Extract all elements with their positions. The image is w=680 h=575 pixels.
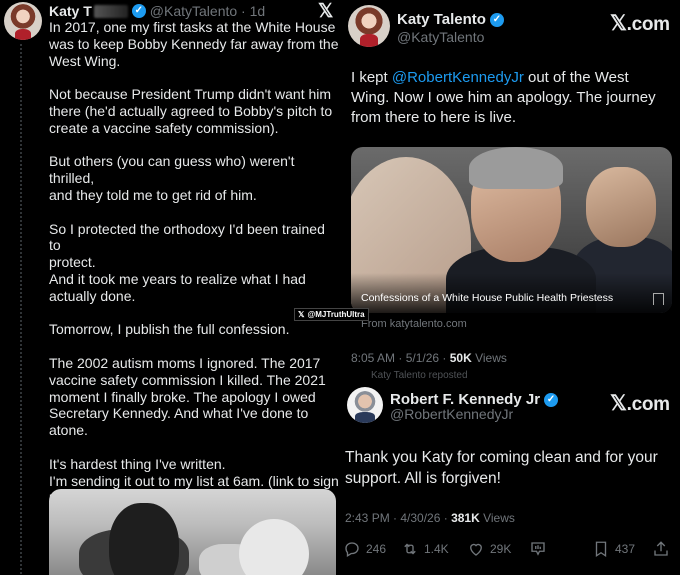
bookmark-button[interactable]: 437 — [592, 540, 635, 558]
reply-icon — [345, 542, 359, 557]
bookmark-icon — [595, 541, 607, 558]
share-button[interactable] — [652, 540, 670, 558]
link-preview-card[interactable]: Confessions of a White House Public Heal… — [351, 147, 672, 313]
views-label: Views — [471, 351, 507, 365]
avatar[interactable] — [348, 5, 390, 47]
watermark: 𝕏 @MJTruthUltra — [294, 308, 369, 321]
bookmark-icon[interactable] — [653, 293, 664, 305]
redacted-name-blur — [93, 4, 128, 18]
x-com-logo: 𝕏.com — [610, 391, 670, 416]
tweet-paragraph: Not because President Trump didn't want … — [49, 86, 333, 136]
card-title: Confessions of a White House Public Heal… — [361, 292, 614, 304]
separator-dot: · — [237, 3, 250, 19]
tweet-text: I kept @RobertKennedyJr out of the West … — [351, 68, 671, 128]
author-handle[interactable]: @RobertKennedyJr — [390, 406, 513, 422]
verified-badge-icon: ✓ — [489, 12, 504, 27]
views-label: Views — [479, 511, 515, 525]
tweet-text: Thank you Katy for coming clean and for … — [345, 449, 658, 487]
repost-count: 1.4K — [424, 542, 449, 556]
tweet-meta: 8:05 AM · 5/1/26 · 50K Views — [351, 351, 507, 365]
x-logo-icon: 𝕏 — [610, 392, 627, 415]
share-icon — [654, 541, 668, 556]
timestamp[interactable]: 8:05 AM · 5/1/26 · — [351, 351, 450, 365]
tweet-paragraph: But others (you can guess who) weren't t… — [49, 153, 295, 203]
views-count: 50K — [449, 351, 472, 365]
brand-suffix: .com — [626, 394, 670, 415]
mention-link[interactable]: @RobertKennedyJr — [392, 69, 524, 86]
heart-icon — [470, 543, 482, 556]
avatar[interactable] — [347, 387, 383, 423]
like-button[interactable]: 29K — [467, 540, 511, 558]
tweet-time[interactable]: 1d — [250, 3, 266, 19]
rfk-tweet-panel: Robert F. Kennedy Jr ✓ @RobertKennedyJr … — [343, 382, 680, 575]
bookmark-count: 437 — [615, 542, 636, 556]
tweet-text-part: I kept — [351, 69, 392, 86]
tweet-paragraph: In 2017, one my first tasks at the White… — [49, 19, 339, 69]
author-name[interactable]: Katy Talento — [397, 11, 486, 28]
analytics-button[interactable] — [529, 540, 547, 558]
reply-count: 246 — [366, 542, 387, 556]
x-logo-icon: 𝕏 — [610, 12, 627, 35]
action-bar: 246 1.4K 29K 437 — [343, 540, 680, 560]
author-name[interactable]: Katy T — [49, 3, 92, 19]
x-logo-icon: 𝕏 — [298, 310, 305, 319]
timestamp[interactable]: 2:43 PM · 4/30/26 · — [345, 511, 451, 525]
watermark-text: @MJTruthUltra — [307, 310, 365, 319]
attached-photo[interactable] — [49, 489, 336, 575]
views-count: 381K — [451, 511, 480, 525]
repost-icon — [404, 543, 416, 555]
avatar[interactable] — [4, 2, 42, 40]
tweet-meta: 2:43 PM · 4/30/26 · 381K Views — [345, 511, 515, 525]
analytics-icon — [531, 542, 545, 556]
author-handle[interactable]: @KatyTalento — [150, 3, 237, 19]
tweet-paragraph: The 2002 autism moms I ignored. The 2017… — [49, 354, 326, 439]
author-handle[interactable]: @KatyTalento — [397, 29, 484, 45]
thread-line — [20, 44, 22, 575]
card-source[interactable]: From katytalento.com — [361, 318, 467, 330]
tweet-body: In 2017, one my first tasks at the White… — [49, 19, 339, 523]
author-name-row: Katy Talento ✓ — [397, 11, 508, 28]
tweet-header: Katy T ✓ @KatyTalento · 1d — [49, 3, 265, 19]
verified-badge-icon: ✓ — [544, 392, 559, 407]
katy-tweet-panel: Katy Talento ✓ @KatyTalento 𝕏.com I kept… — [343, 0, 680, 382]
repost-button[interactable]: 1.4K — [401, 540, 449, 558]
tweet-paragraph: Tomorrow, I publish the full confession. — [49, 321, 290, 338]
like-count: 29K — [490, 542, 512, 556]
repost-note: Katy Talento reposted — [371, 370, 468, 381]
left-tweet-panel: Katy T ✓ @KatyTalento · 1d 𝕏 In 2017, on… — [0, 0, 340, 575]
x-com-logo: 𝕏.com — [610, 11, 670, 36]
brand-suffix: .com — [626, 14, 670, 35]
tweet-paragraph: So I protected the orthodoxy I'd been tr… — [49, 220, 325, 304]
verified-badge-icon: ✓ — [131, 4, 146, 18]
reply-button[interactable]: 246 — [343, 540, 386, 558]
